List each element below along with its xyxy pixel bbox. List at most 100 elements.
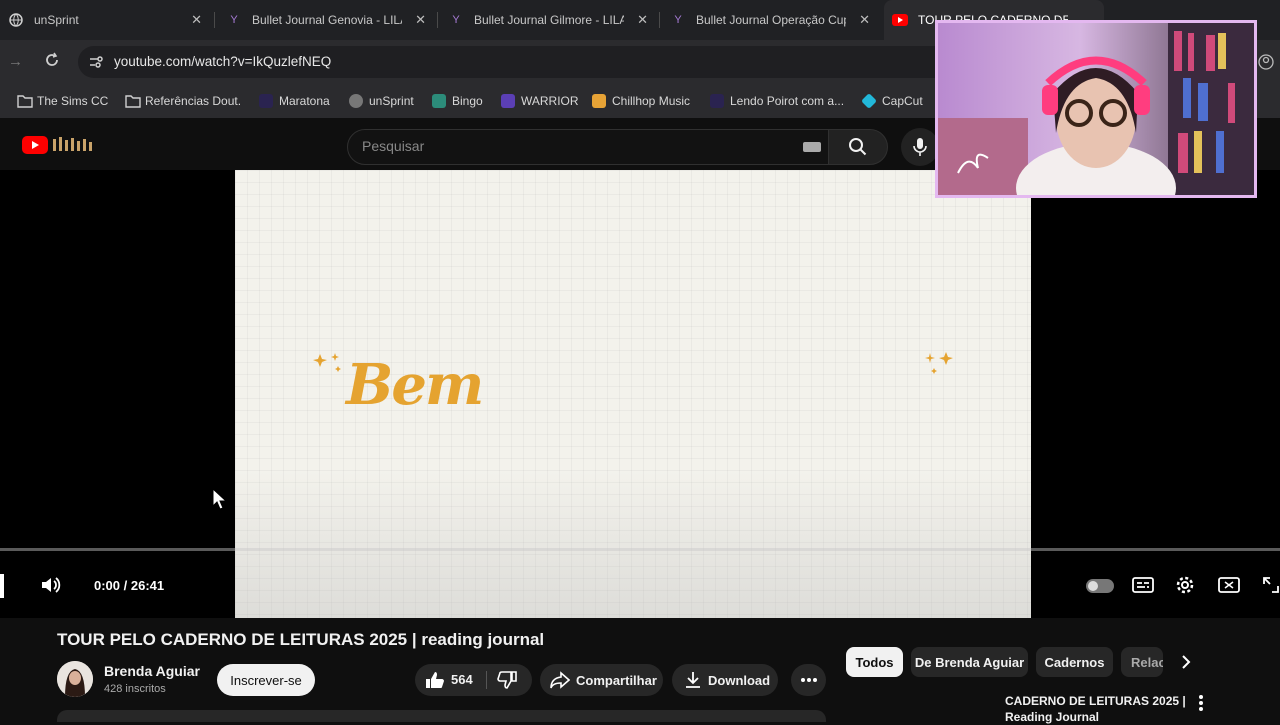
share-button[interactable]: Compartilhar <box>540 664 663 696</box>
chillhop-icon <box>592 94 606 108</box>
dislike-icon[interactable] <box>497 671 517 692</box>
bookmark-label: Maratona <box>279 94 330 108</box>
bookmark-label: The Sims CC <box>37 94 109 108</box>
cat-icon <box>259 94 273 108</box>
bookmark-label: CapCut <box>882 94 923 108</box>
download-button[interactable]: Download <box>672 664 778 696</box>
youtube-logo[interactable] <box>22 135 98 160</box>
tab-title: Bullet Journal Gilmore - LILA <box>474 13 624 27</box>
subscriber-count: 428 inscritos <box>104 683 166 695</box>
more-actions-button[interactable] <box>791 664 826 696</box>
capcut-icon <box>861 93 877 109</box>
bookmark-warrior[interactable]: WARRIOR <box>501 84 579 118</box>
close-tab-icon[interactable]: ✕ <box>637 12 648 28</box>
share-label: Compartilhar <box>576 672 657 688</box>
bookmark-label: WARRIOR <box>521 94 579 108</box>
tab-unsprint[interactable]: unSprint ✕ <box>0 0 212 40</box>
settings-icon[interactable] <box>1175 575 1195 600</box>
webcam-overlay <box>935 20 1257 198</box>
video-controls-gradient <box>235 470 1031 618</box>
autoplay-toggle[interactable] <box>1086 579 1114 593</box>
subtitles-icon[interactable] <box>1132 577 1154 598</box>
chevron-right-icon[interactable] <box>1180 654 1192 675</box>
chip-de-brenda-aguiar[interactable]: De Brenda Aguiar <box>911 647 1028 677</box>
chip-cadernos[interactable]: Cadernos <box>1036 647 1113 677</box>
sparkle-icon <box>922 350 958 383</box>
fullscreen-icon[interactable] <box>1262 576 1280 599</box>
share-icon <box>550 671 570 689</box>
video-title: TOUR PELO CADERNO DE LEITURAS 2025 | rea… <box>57 630 545 649</box>
like-icon[interactable] <box>425 671 445 692</box>
tab-title: unSprint <box>34 13 79 27</box>
chip-todos[interactable]: Todos <box>846 647 903 677</box>
tab-gilmore[interactable]: Y Bullet Journal Gilmore - LILA ✕ <box>438 0 658 40</box>
like-count[interactable]: 564 <box>451 672 473 687</box>
sidebar-video-title[interactable]: CADERNO DE LEITURAS 2025 | Reading Journ… <box>1005 693 1195 725</box>
voice-search-button[interactable] <box>901 128 939 166</box>
bookmark-referencias[interactable]: Referências Dout. <box>125 84 241 118</box>
bookmark-chillhop[interactable]: Chillhop Music <box>592 84 690 118</box>
video-progress-bar[interactable] <box>0 548 1280 551</box>
mouse-cursor-icon <box>212 487 228 515</box>
forward-icon[interactable]: → <box>8 53 23 70</box>
more-vertical-icon[interactable] <box>1198 695 1204 716</box>
globe-icon <box>8 12 24 28</box>
bookmark-capcut[interactable]: CapCut <box>861 84 923 118</box>
lila-icon: Y <box>452 14 460 26</box>
tab-operacao[interactable]: Y Bullet Journal Operação Cup ✕ <box>660 0 880 40</box>
tab-title: Bullet Journal Genovia - LILA <box>252 13 402 27</box>
folder-icon <box>125 94 141 108</box>
channel-avatar[interactable] <box>57 661 93 697</box>
time-display: 0:00 / 26:41 <box>94 578 165 593</box>
cat-icon <box>710 94 724 108</box>
volume-icon[interactable] <box>40 575 62 600</box>
search-icon <box>848 137 868 162</box>
download-label: Download <box>708 672 771 688</box>
bookmark-the-sims-cc[interactable]: The Sims CC <box>17 84 108 118</box>
description-box[interactable] <box>57 710 826 722</box>
keyboard-icon[interactable] <box>803 142 821 152</box>
search-placeholder: Pesquisar <box>362 138 425 154</box>
bingo-icon <box>432 94 446 108</box>
search-input[interactable]: Pesquisar <box>347 129 830 165</box>
site-settings-icon[interactable] <box>88 54 104 75</box>
url-text[interactable]: youtube.com/watch?v=IkQuzlefNEQ <box>114 54 331 69</box>
download-icon <box>684 671 702 689</box>
youtube-icon <box>892 12 908 28</box>
bookmark-label: unSprint <box>369 94 414 108</box>
miniplayer-icon[interactable] <box>1218 577 1240 598</box>
channel-name[interactable]: Brenda Aguiar <box>104 663 200 679</box>
bookmark-lendo-poirot[interactable]: Lendo Poirot com a... <box>710 84 844 118</box>
search-button[interactable] <box>828 129 888 165</box>
bookmark-unsprint[interactable]: unSprint <box>349 84 414 118</box>
chip-relacionados[interactable]: Relac <box>1121 647 1163 677</box>
video-overlay-text: Bem <box>346 352 484 418</box>
bookmark-label: Referências Dout. <box>145 94 242 108</box>
profile-icon[interactable] <box>1258 54 1274 75</box>
microphone-icon <box>913 137 927 162</box>
close-tab-icon[interactable]: ✕ <box>859 12 870 28</box>
bookmark-label: Bingo <box>452 94 483 108</box>
subscribe-button[interactable]: Inscrever-se <box>217 664 315 696</box>
warrior-icon <box>501 94 515 108</box>
bookmark-label: Chillhop Music <box>612 94 691 108</box>
close-tab-icon[interactable]: ✕ <box>415 12 426 28</box>
bookmark-maratona[interactable]: Maratona <box>259 84 330 118</box>
more-horizontal-icon <box>800 678 817 682</box>
reload-icon[interactable] <box>44 51 60 74</box>
lila-icon: Y <box>674 14 682 26</box>
bookmark-label: Lendo Poirot com a... <box>730 94 845 108</box>
sparkle-icon <box>312 352 346 381</box>
tab-title: Bullet Journal Operação Cup <box>696 13 846 27</box>
play-button[interactable] <box>0 574 4 598</box>
webcam-image <box>938 23 1254 195</box>
close-tab-icon[interactable]: ✕ <box>191 12 202 28</box>
like-divider <box>486 671 487 689</box>
tab-genovia[interactable]: Y Bullet Journal Genovia - LILA ✕ <box>216 0 436 40</box>
folder-icon <box>17 94 33 108</box>
lila-icon: Y <box>230 14 238 26</box>
bookmark-bingo[interactable]: Bingo <box>432 84 483 118</box>
like-dislike-group: 564 <box>415 664 532 696</box>
globe-icon <box>349 94 363 108</box>
tab-divider <box>214 12 215 28</box>
